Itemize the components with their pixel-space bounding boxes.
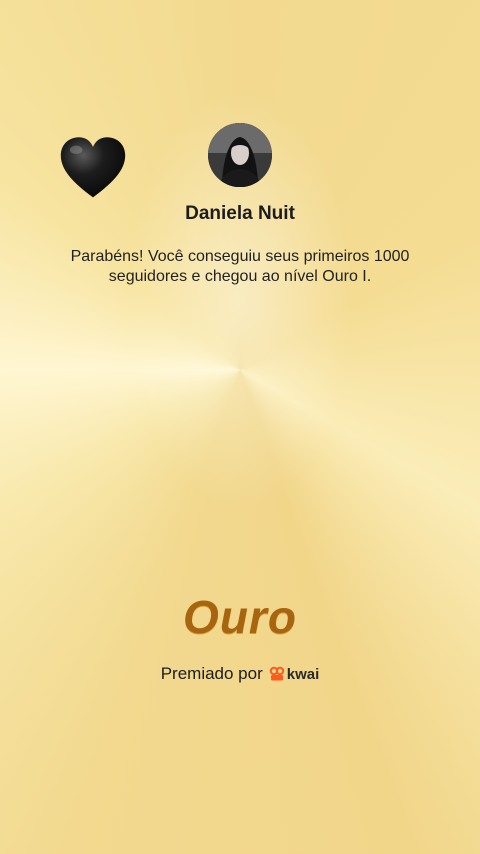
kwai-brand[interactable]: kwai bbox=[269, 665, 320, 683]
avatar-image bbox=[208, 123, 272, 187]
awarded-by-row: Premiado por kwai bbox=[0, 664, 480, 684]
awarded-by-label: Premiado por bbox=[160, 664, 263, 683]
avatar[interactable] bbox=[208, 123, 272, 187]
kwai-logo-icon bbox=[269, 666, 284, 681]
achievement-message: Parabéns! Você conseguiu seus primeiros … bbox=[70, 248, 410, 285]
username: Daniela Nuit bbox=[185, 203, 295, 224]
kwai-brand-label: kwai bbox=[286, 665, 320, 683]
black-heart-icon bbox=[60, 137, 126, 198]
level-title: Ouro bbox=[183, 591, 297, 643]
